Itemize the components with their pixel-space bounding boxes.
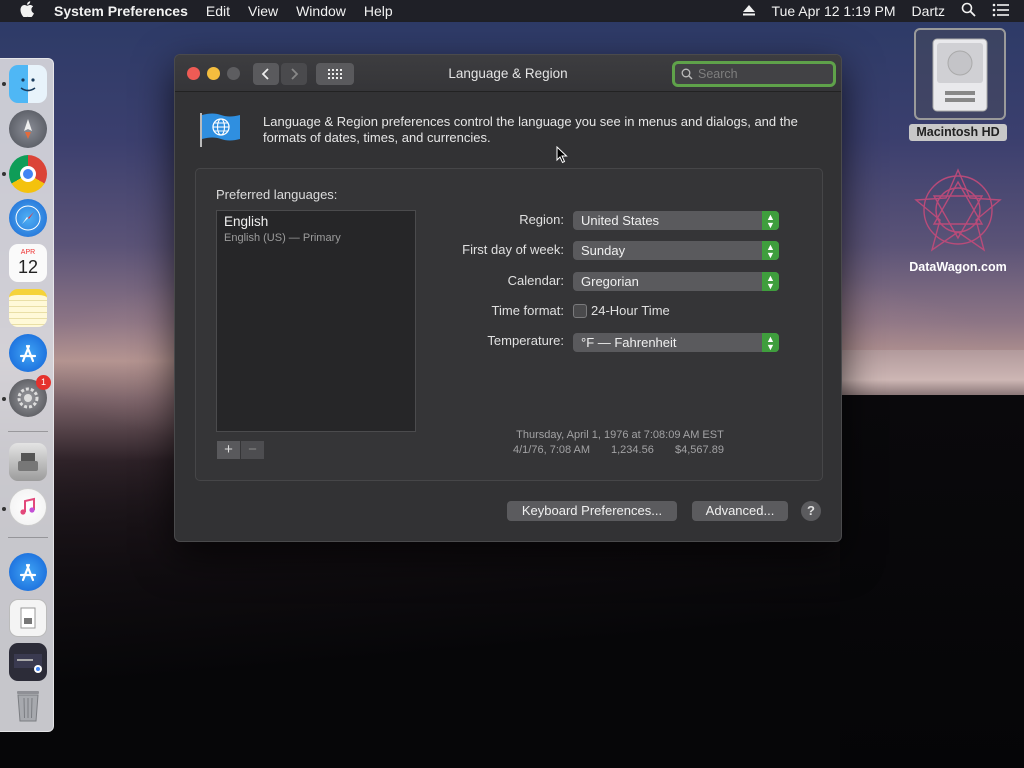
macintosh-hd-icon[interactable]	[914, 28, 1006, 120]
region-value: United States	[581, 213, 660, 228]
finder-icon[interactable]	[9, 65, 47, 103]
menu-window[interactable]: Window	[296, 3, 346, 19]
language-detail: English (US) — Primary	[224, 232, 341, 244]
show-all-button[interactable]	[316, 63, 354, 85]
add-language-button[interactable]: +	[217, 441, 240, 459]
24-hour-label[interactable]: 24-Hour Time	[591, 303, 670, 318]
launchpad-icon[interactable]	[9, 110, 47, 148]
calendar-day: 12	[17, 257, 39, 277]
24-hour-checkbox[interactable]	[573, 304, 587, 318]
menu-user[interactable]: Dartz	[912, 3, 945, 19]
minimize-button[interactable]	[207, 67, 220, 80]
notes-icon[interactable]	[9, 289, 47, 327]
pane-description: Language & Region preferences control th…	[263, 114, 798, 145]
chevron-right-icon	[291, 68, 299, 80]
chevron-updown-icon: ▲ ▼	[762, 272, 779, 291]
safari-icon[interactable]	[9, 199, 47, 237]
window-title: Language & Region	[448, 66, 568, 81]
menu-view[interactable]: View	[248, 3, 278, 19]
running-indicator	[2, 172, 6, 176]
temperature-value: °F — Fahrenheit	[581, 335, 677, 350]
dock: APR 12 1	[0, 58, 54, 732]
chevron-left-icon	[261, 68, 269, 80]
zoom-button[interactable]	[227, 67, 240, 80]
menu-clock[interactable]: Tue Apr 12 1:19 PM	[772, 3, 896, 19]
language-flag-icon	[199, 111, 241, 149]
close-button[interactable]	[187, 67, 200, 80]
wallpaper-dune-dark	[840, 395, 1024, 768]
language-region-window: Language & Region Language & Region pref…	[174, 54, 842, 542]
sample-datetime: Thursday, April 1, 1976 at 7:08:09 AM ES…	[516, 429, 724, 441]
calendar-month: APR	[20, 249, 36, 256]
dock-separator	[8, 537, 48, 538]
spotlight-search-icon[interactable]	[961, 2, 976, 20]
running-indicator	[2, 397, 6, 401]
sample-short-date: 4/1/76, 7:08 AM	[513, 444, 591, 456]
language-name: English	[224, 214, 269, 229]
title-bar[interactable]: Language & Region	[175, 55, 841, 92]
calendar-popup[interactable]: Gregorian ▲ ▼	[573, 272, 779, 291]
mouse-cursor-icon	[556, 145, 568, 169]
menu-app-name[interactable]: System Preferences	[54, 3, 188, 19]
search-field[interactable]	[672, 61, 836, 87]
first-day-popup[interactable]: Sunday ▲ ▼	[573, 241, 779, 260]
sample-currency: $4,567.89	[675, 444, 724, 456]
menu-edit[interactable]: Edit	[206, 3, 230, 19]
chrome-icon[interactable]	[9, 155, 47, 193]
app-store-download-icon[interactable]	[9, 553, 47, 591]
calendar-icon[interactable]: APR 12	[9, 244, 47, 282]
installer-disk-icon[interactable]	[9, 443, 47, 481]
sample-number: 1,234.56	[611, 444, 654, 456]
time-format-label: Time format:	[491, 303, 564, 318]
search-icon	[681, 68, 693, 80]
notification-center-icon[interactable]	[992, 3, 1010, 20]
datawagon-logo-icon[interactable]	[912, 166, 1004, 254]
itunes-icon[interactable]	[9, 488, 47, 526]
temperature-label: Temperature:	[487, 333, 564, 348]
calendar-label: Calendar:	[507, 273, 564, 288]
eject-icon[interactable]	[742, 3, 756, 19]
system-preferences-icon[interactable]: 1	[9, 375, 51, 417]
region-label: Region:	[519, 212, 564, 227]
first-day-label: First day of week:	[462, 242, 564, 257]
preferred-languages-list[interactable]: English English (US) — Primary	[216, 210, 416, 432]
settings-group: Preferred languages: English English (US…	[195, 168, 823, 481]
grid-icon	[328, 69, 342, 79]
notification-badge: 1	[36, 375, 51, 390]
region-popup[interactable]: United States ▲ ▼	[573, 211, 779, 230]
dock-separator	[8, 431, 48, 432]
trash-icon[interactable]	[9, 687, 47, 725]
datawagon-label[interactable]: DataWagon.com	[890, 260, 1024, 274]
first-day-value: Sunday	[581, 243, 626, 258]
search-input[interactable]	[698, 67, 828, 81]
macintosh-hd-label[interactable]: Macintosh HD	[909, 124, 1007, 141]
chevron-updown-icon: ▲ ▼	[762, 333, 779, 352]
app-store-icon[interactable]	[9, 334, 47, 372]
document-icon[interactable]	[9, 599, 47, 637]
remove-language-button[interactable]: −	[241, 441, 264, 459]
forward-button[interactable]	[281, 63, 307, 85]
apple-menu-icon[interactable]	[0, 1, 54, 21]
screenshot-thumbnail-icon[interactable]	[9, 643, 47, 681]
menu-bar: System Preferences Edit View Window Help…	[0, 0, 1024, 22]
chevron-updown-icon: ▲ ▼	[762, 211, 779, 230]
calendar-value: Gregorian	[581, 274, 639, 289]
running-indicator	[2, 507, 6, 511]
chevron-updown-icon: ▲ ▼	[762, 241, 779, 260]
advanced-button[interactable]: Advanced...	[692, 501, 788, 521]
back-button[interactable]	[253, 63, 279, 85]
menu-help[interactable]: Help	[364, 3, 393, 19]
keyboard-preferences-button[interactable]: Keyboard Preferences...	[507, 501, 677, 521]
temperature-popup[interactable]: °F — Fahrenheit ▲ ▼	[573, 333, 779, 352]
help-button[interactable]: ?	[801, 501, 821, 521]
preferred-languages-label: Preferred languages:	[216, 187, 338, 202]
running-indicator	[2, 82, 6, 86]
